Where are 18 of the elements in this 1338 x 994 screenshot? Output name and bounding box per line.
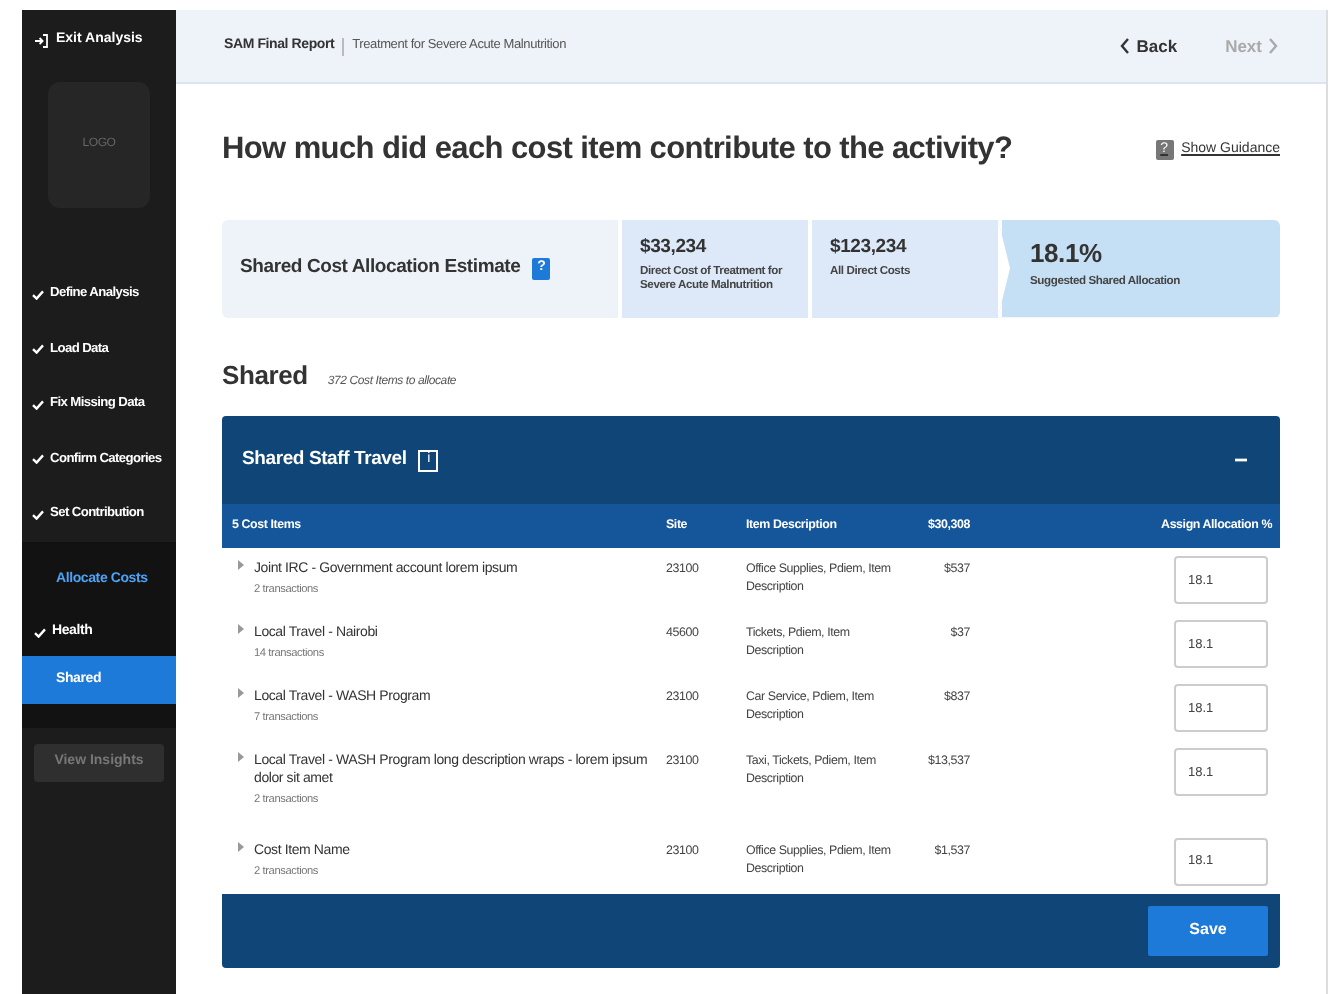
caret-icon[interactable] [238,560,244,571]
chevron-left-icon [1120,38,1131,54]
panel-title: Shared Staff Travel [242,445,407,474]
estimate-label: Shared Cost Allocation Estimate [240,253,521,282]
collapse-button[interactable]: − [1221,442,1260,479]
section-title: Shared [222,357,308,394]
save-button[interactable]: Save [1148,905,1268,956]
caret-icon[interactable] [238,752,244,763]
caret-icon[interactable] [238,624,244,635]
back-button[interactable]: Back [1120,33,1178,59]
exit-icon [34,33,48,48]
caret-icon[interactable] [238,841,244,852]
metric-value: $33,234 [640,233,709,262]
caret-icon[interactable] [238,688,244,699]
page-title: How much did each cost item contribute to the activity? [222,132,1013,170]
chevron-right-icon [1268,38,1278,54]
metric-value: $123,234 [830,233,909,262]
metric-value: 18.1% [1030,235,1104,272]
